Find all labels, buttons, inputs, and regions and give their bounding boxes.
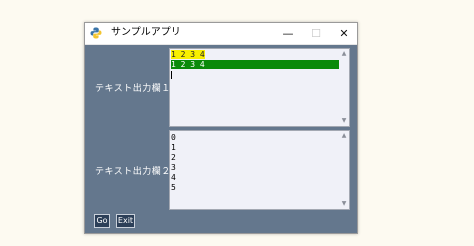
output1-line: 1 2 3 4 [171,60,339,69]
window-title: サンプルアプリ [111,27,181,38]
output1-textbox[interactable]: 1 2 3 4 1 2 3 4 ▲ ▼ [169,48,350,127]
exit-button[interactable]: Exit [116,214,135,228]
output1-label: テキスト出力欄１ [95,84,171,94]
scroll-down-icon[interactable]: ▼ [339,117,349,125]
text-cursor [171,71,172,79]
output2-line: 5 [171,183,176,192]
title-bar[interactable]: サンプルアプリ — ☐ ✕ [85,23,357,45]
output2-scrollbar[interactable]: ▲ ▼ [339,131,349,209]
output1-scrollbar[interactable]: ▲ ▼ [339,49,349,126]
minimize-button[interactable]: — [275,23,301,44]
app-window: サンプルアプリ — ☐ ✕ テキスト出力欄１ 1 2 3 4 1 2 3 4 ▲… [84,22,358,234]
go-button[interactable]: Go [94,214,110,228]
scroll-down-icon[interactable]: ▼ [339,200,349,208]
output2-line: 3 [171,163,176,172]
output2-line: 2 [171,153,176,162]
output2-label: テキスト出力欄２ [95,167,171,177]
output2-textbox[interactable]: 0 1 2 3 4 5 ▲ ▼ [169,130,350,210]
output2-line: 4 [171,173,176,182]
scroll-up-icon[interactable]: ▲ [339,50,349,58]
maximize-button[interactable]: ☐ [303,23,329,44]
close-button[interactable]: ✕ [331,23,357,44]
output2-line: 0 [171,133,176,142]
output1-line: 1 2 3 4 [171,50,205,59]
output2-line: 1 [171,143,176,152]
scroll-up-icon[interactable]: ▲ [339,132,349,140]
python-icon [90,27,102,39]
